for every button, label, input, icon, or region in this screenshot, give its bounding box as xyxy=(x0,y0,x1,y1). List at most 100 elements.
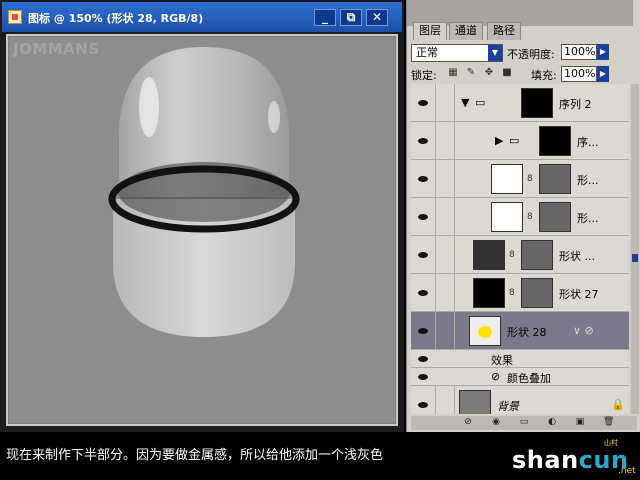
fill-input[interactable]: 100% xyxy=(561,66,597,82)
layer-row-selected[interactable]: 形状 28 ∨ ⊘ xyxy=(411,312,629,350)
visibility-eye-icon[interactable] xyxy=(413,312,433,349)
canvas-frame: JOMMANS xyxy=(6,34,398,426)
expand-arrow-icon[interactable]: ▶ xyxy=(495,134,503,147)
layer-name: 形状 27 xyxy=(559,288,599,301)
lock-paint-icon[interactable]: ✎ xyxy=(465,67,477,79)
opacity-label: 不透明度: xyxy=(507,48,555,61)
link-cell[interactable] xyxy=(435,84,455,121)
scrollbar-thumb[interactable] xyxy=(632,254,638,262)
link-cell[interactable] xyxy=(435,236,455,273)
opacity-input[interactable]: 100% xyxy=(561,44,597,60)
visibility-eye-icon[interactable] xyxy=(413,84,433,121)
tab-paths[interactable]: 路径 xyxy=(487,22,521,40)
lock-all-icon[interactable]: ■ xyxy=(501,67,513,79)
link-layers-icon[interactable]: ⊘ xyxy=(463,417,473,427)
visibility-eye-icon[interactable] xyxy=(413,274,433,311)
mask-thumbnail xyxy=(521,278,553,308)
chain-icon: 8 xyxy=(509,250,515,260)
link-cell[interactable] xyxy=(435,386,455,414)
document-window: 图标 @ 150% (形状 28, RGB/8) _ ⧉ ✕ JOMMANS xyxy=(0,0,404,432)
visibility-eye-icon[interactable] xyxy=(413,386,433,414)
expand-arrow-icon[interactable]: ▼ xyxy=(461,96,469,109)
fill-label: 填充: xyxy=(531,69,557,82)
tab-channels[interactable]: 通道 xyxy=(449,22,483,40)
layer-name: 背景 xyxy=(497,400,519,413)
layers-footer-toolbar: ⊘ ◉ ▭ ◐ ▣ 🗑 xyxy=(411,416,637,430)
chevron-down-icon[interactable]: ▼ xyxy=(488,45,502,61)
layer-row-background[interactable]: 背景 🔒 xyxy=(411,386,629,414)
adjustment-layer-icon[interactable]: ◐ xyxy=(547,417,557,427)
chain-icon: 8 xyxy=(509,288,515,298)
lock-icon: 🔒 xyxy=(611,398,625,411)
brand-net-text: .net xyxy=(618,466,636,476)
layer-name: 形状 28 xyxy=(507,326,547,339)
effects-label: 效果 xyxy=(491,354,513,367)
layer-name: 序... xyxy=(577,136,599,149)
layer-thumbnail xyxy=(521,88,553,118)
visibility-eye-icon[interactable] xyxy=(413,160,433,197)
canvas[interactable]: JOMMANS xyxy=(9,37,395,423)
brand-logo: shancun xyxy=(512,446,629,474)
layer-row[interactable]: 8 形状 ... xyxy=(411,236,629,274)
layers-panel: 图层 通道 路径 正常 ▼ 不透明度: 100% ▶ 锁定: ▦ ✎ ✥ ■ 填… xyxy=(406,0,640,432)
layer-thumbnail xyxy=(491,164,523,194)
layers-scrollbar[interactable] xyxy=(631,84,639,414)
link-cell[interactable] xyxy=(435,160,455,197)
effects-row[interactable]: 效果 xyxy=(411,350,629,368)
layer-thumbnail xyxy=(539,126,571,156)
layer-name: 形状 ... xyxy=(559,250,595,263)
fill-arrow-icon[interactable]: ▶ xyxy=(597,66,609,82)
new-layer-icon[interactable]: ▣ xyxy=(575,417,585,427)
fx-indicator-icon[interactable]: ∨ ⊘ xyxy=(573,324,594,337)
brand-small-text: 山村 xyxy=(604,439,618,447)
lock-move-icon[interactable]: ✥ xyxy=(483,67,495,79)
effect-item-row[interactable]: ⊘ 颜色叠加 xyxy=(411,368,629,386)
layer-thumbnail xyxy=(459,390,491,414)
folder-icon: ▭ xyxy=(475,96,486,109)
minimize-button[interactable]: _ xyxy=(314,9,336,26)
visibility-eye-icon[interactable] xyxy=(413,350,433,367)
tab-layers[interactable]: 图层 xyxy=(413,22,447,40)
layer-thumbnail xyxy=(473,240,505,270)
opacity-arrow-icon[interactable]: ▶ xyxy=(597,44,609,60)
layer-name: 形... xyxy=(577,174,599,187)
capsule-artwork xyxy=(108,47,300,337)
caption-text: 现在来制作下半部分。因为要做金属感，所以给他添加一个浅灰色 xyxy=(6,448,384,463)
chain-icon: 8 xyxy=(527,212,533,222)
document-icon xyxy=(8,10,22,24)
blend-mode-value: 正常 xyxy=(416,46,438,59)
chain-icon: 8 xyxy=(527,174,533,184)
document-title: 图标 @ 150% (形状 28, RGB/8) xyxy=(28,12,204,25)
mask-thumbnail xyxy=(539,164,571,194)
visibility-eye-icon[interactable] xyxy=(413,236,433,273)
layer-row[interactable]: 8 形... xyxy=(411,198,629,236)
layers-list: ▼ ▭ 序列 2 ▶ ▭ 序... 8 形... 8 形... 8 形状 ...… xyxy=(411,84,629,414)
visibility-eye-icon[interactable] xyxy=(413,122,433,159)
layer-row[interactable]: ▶ ▭ 序... xyxy=(411,122,629,160)
restore-button[interactable]: ⧉ xyxy=(340,9,362,26)
link-cell[interactable] xyxy=(435,122,455,159)
fx-icon: ⊘ xyxy=(491,370,501,383)
effect-name: 颜色叠加 xyxy=(507,372,551,385)
lock-transparency-icon[interactable]: ▦ xyxy=(447,67,459,79)
layer-thumbnail xyxy=(473,278,505,308)
close-button[interactable]: ✕ xyxy=(366,9,388,26)
visibility-eye-icon[interactable] xyxy=(413,368,433,385)
brush-cell[interactable] xyxy=(435,312,455,349)
folder-icon: ▭ xyxy=(509,134,520,147)
blend-mode-select[interactable]: 正常 ▼ xyxy=(411,44,503,62)
new-group-icon[interactable]: ▭ xyxy=(519,417,529,427)
link-cell[interactable] xyxy=(435,274,455,311)
layer-row[interactable]: 8 形状 27 xyxy=(411,274,629,312)
document-titlebar[interactable]: 图标 @ 150% (形状 28, RGB/8) _ ⧉ ✕ xyxy=(2,2,402,32)
link-cell[interactable] xyxy=(435,198,455,235)
mask-thumbnail xyxy=(521,240,553,270)
layer-name: 序列 2 xyxy=(559,98,592,111)
mask-thumbnail xyxy=(539,202,571,232)
trash-icon[interactable]: 🗑 xyxy=(603,417,614,427)
layer-row[interactable]: ▼ ▭ 序列 2 xyxy=(411,84,629,122)
layer-row[interactable]: 8 形... xyxy=(411,160,629,198)
add-mask-icon[interactable]: ◉ xyxy=(491,417,501,427)
visibility-eye-icon[interactable] xyxy=(413,198,433,235)
lock-label: 锁定: xyxy=(411,69,437,82)
